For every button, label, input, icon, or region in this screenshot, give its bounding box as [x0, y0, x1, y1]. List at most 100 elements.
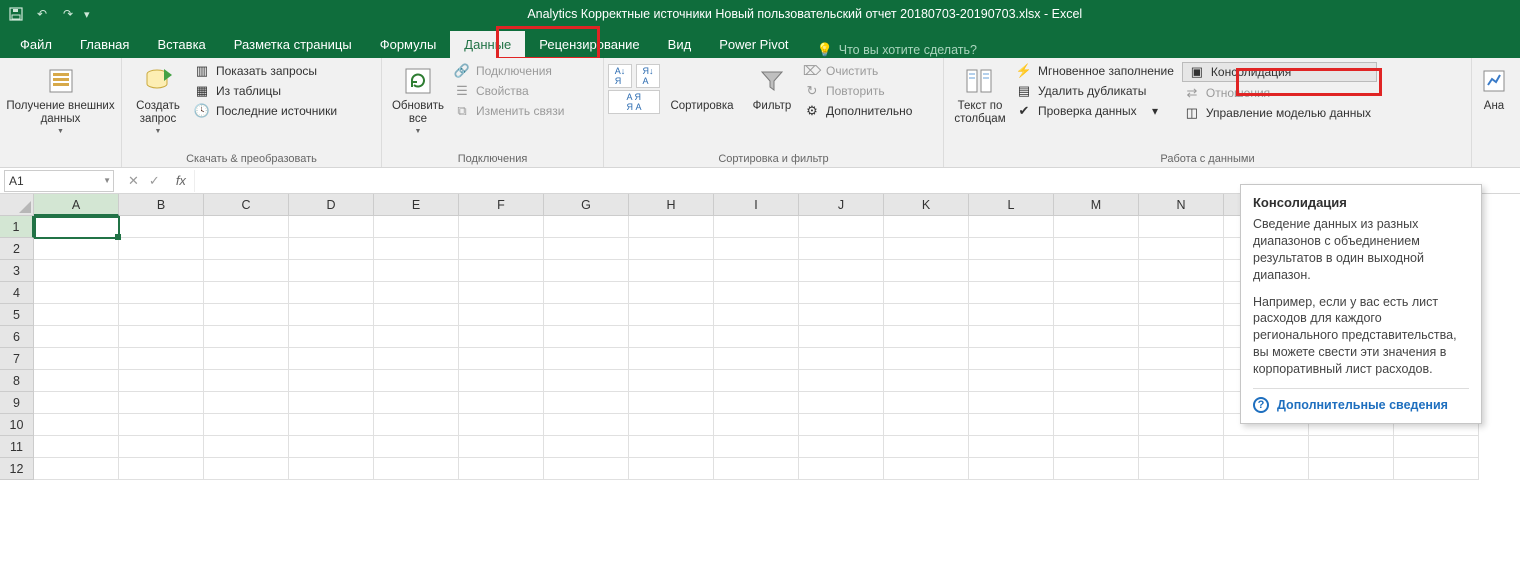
cell[interactable]: [714, 282, 799, 304]
cell[interactable]: [1139, 260, 1224, 282]
cell[interactable]: [544, 458, 629, 480]
cell[interactable]: [459, 370, 544, 392]
text-to-columns-button[interactable]: Текст по столбцам: [948, 60, 1012, 126]
cell[interactable]: [119, 458, 204, 480]
cell[interactable]: [204, 216, 289, 238]
cell[interactable]: [34, 304, 119, 326]
column-header[interactable]: B: [119, 194, 204, 216]
cell[interactable]: [459, 414, 544, 436]
cell[interactable]: [289, 282, 374, 304]
cell[interactable]: [119, 370, 204, 392]
cell[interactable]: [884, 414, 969, 436]
cell[interactable]: [204, 392, 289, 414]
cell[interactable]: [629, 392, 714, 414]
column-header[interactable]: J: [799, 194, 884, 216]
cell[interactable]: [374, 238, 459, 260]
cell[interactable]: [459, 304, 544, 326]
cell[interactable]: [374, 414, 459, 436]
tab-view[interactable]: Вид: [654, 31, 706, 58]
cell[interactable]: [374, 348, 459, 370]
cell[interactable]: [799, 216, 884, 238]
cell[interactable]: [34, 238, 119, 260]
cell[interactable]: [629, 260, 714, 282]
cell[interactable]: [969, 326, 1054, 348]
dropdown-icon[interactable]: ▼: [103, 176, 111, 185]
cell[interactable]: [1394, 436, 1479, 458]
cell[interactable]: [1139, 414, 1224, 436]
filter-button[interactable]: Фильтр: [744, 60, 800, 113]
row-header[interactable]: 5: [0, 304, 34, 326]
column-header[interactable]: K: [884, 194, 969, 216]
tab-file[interactable]: Файл: [6, 31, 66, 58]
cell[interactable]: [544, 304, 629, 326]
name-box[interactable]: A1▼: [4, 170, 114, 192]
cell[interactable]: [544, 326, 629, 348]
cell[interactable]: [374, 216, 459, 238]
cell[interactable]: [459, 348, 544, 370]
cell[interactable]: [884, 392, 969, 414]
row-header[interactable]: 1: [0, 216, 34, 238]
cell[interactable]: [1139, 392, 1224, 414]
cell[interactable]: [1139, 370, 1224, 392]
cell[interactable]: [289, 348, 374, 370]
cell[interactable]: [34, 282, 119, 304]
cell[interactable]: [119, 326, 204, 348]
cell[interactable]: [969, 370, 1054, 392]
cell[interactable]: [204, 458, 289, 480]
cell[interactable]: [374, 326, 459, 348]
sort-desc-icon[interactable]: Я↓A: [636, 64, 660, 88]
cell[interactable]: [714, 414, 799, 436]
cell[interactable]: [204, 304, 289, 326]
tab-home[interactable]: Главная: [66, 31, 143, 58]
cell[interactable]: [1054, 304, 1139, 326]
cell[interactable]: [969, 392, 1054, 414]
cell[interactable]: [544, 436, 629, 458]
cell[interactable]: [374, 282, 459, 304]
cell[interactable]: [629, 414, 714, 436]
cell[interactable]: [204, 370, 289, 392]
cell[interactable]: [1139, 282, 1224, 304]
cell[interactable]: [969, 436, 1054, 458]
cell[interactable]: [119, 392, 204, 414]
cell[interactable]: [629, 304, 714, 326]
cell[interactable]: [629, 436, 714, 458]
cell[interactable]: [884, 238, 969, 260]
cell[interactable]: [884, 260, 969, 282]
tab-review[interactable]: Рецензирование: [525, 31, 653, 58]
cell[interactable]: [34, 370, 119, 392]
cell[interactable]: [969, 238, 1054, 260]
cell[interactable]: [119, 348, 204, 370]
cell[interactable]: [629, 238, 714, 260]
cell[interactable]: [884, 458, 969, 480]
cell[interactable]: [969, 260, 1054, 282]
cell[interactable]: [969, 216, 1054, 238]
column-header[interactable]: F: [459, 194, 544, 216]
cell[interactable]: [799, 304, 884, 326]
cell[interactable]: [289, 370, 374, 392]
flash-fill-button[interactable]: ⚡Мгновенное заполнение: [1014, 62, 1180, 80]
tab-formulas[interactable]: Формулы: [366, 31, 451, 58]
cell[interactable]: [799, 348, 884, 370]
cell[interactable]: [1139, 436, 1224, 458]
redo-icon[interactable]: ↷: [58, 4, 78, 24]
from-table-button[interactable]: ▦Из таблицы: [192, 82, 343, 100]
cell[interactable]: [799, 260, 884, 282]
cell[interactable]: [544, 238, 629, 260]
cell[interactable]: [459, 458, 544, 480]
cell[interactable]: [34, 326, 119, 348]
cell[interactable]: [119, 282, 204, 304]
row-header[interactable]: 9: [0, 392, 34, 414]
cell[interactable]: [969, 282, 1054, 304]
cell[interactable]: [204, 414, 289, 436]
cell[interactable]: [714, 370, 799, 392]
connections-button[interactable]: 🔗Подключения: [452, 62, 570, 80]
tab-insert[interactable]: Вставка: [143, 31, 219, 58]
cell[interactable]: [119, 238, 204, 260]
row-header[interactable]: 11: [0, 436, 34, 458]
cell[interactable]: [544, 392, 629, 414]
cell[interactable]: [629, 282, 714, 304]
cell[interactable]: [544, 414, 629, 436]
cell[interactable]: [1054, 326, 1139, 348]
column-header[interactable]: A: [34, 194, 119, 216]
cell[interactable]: [204, 326, 289, 348]
